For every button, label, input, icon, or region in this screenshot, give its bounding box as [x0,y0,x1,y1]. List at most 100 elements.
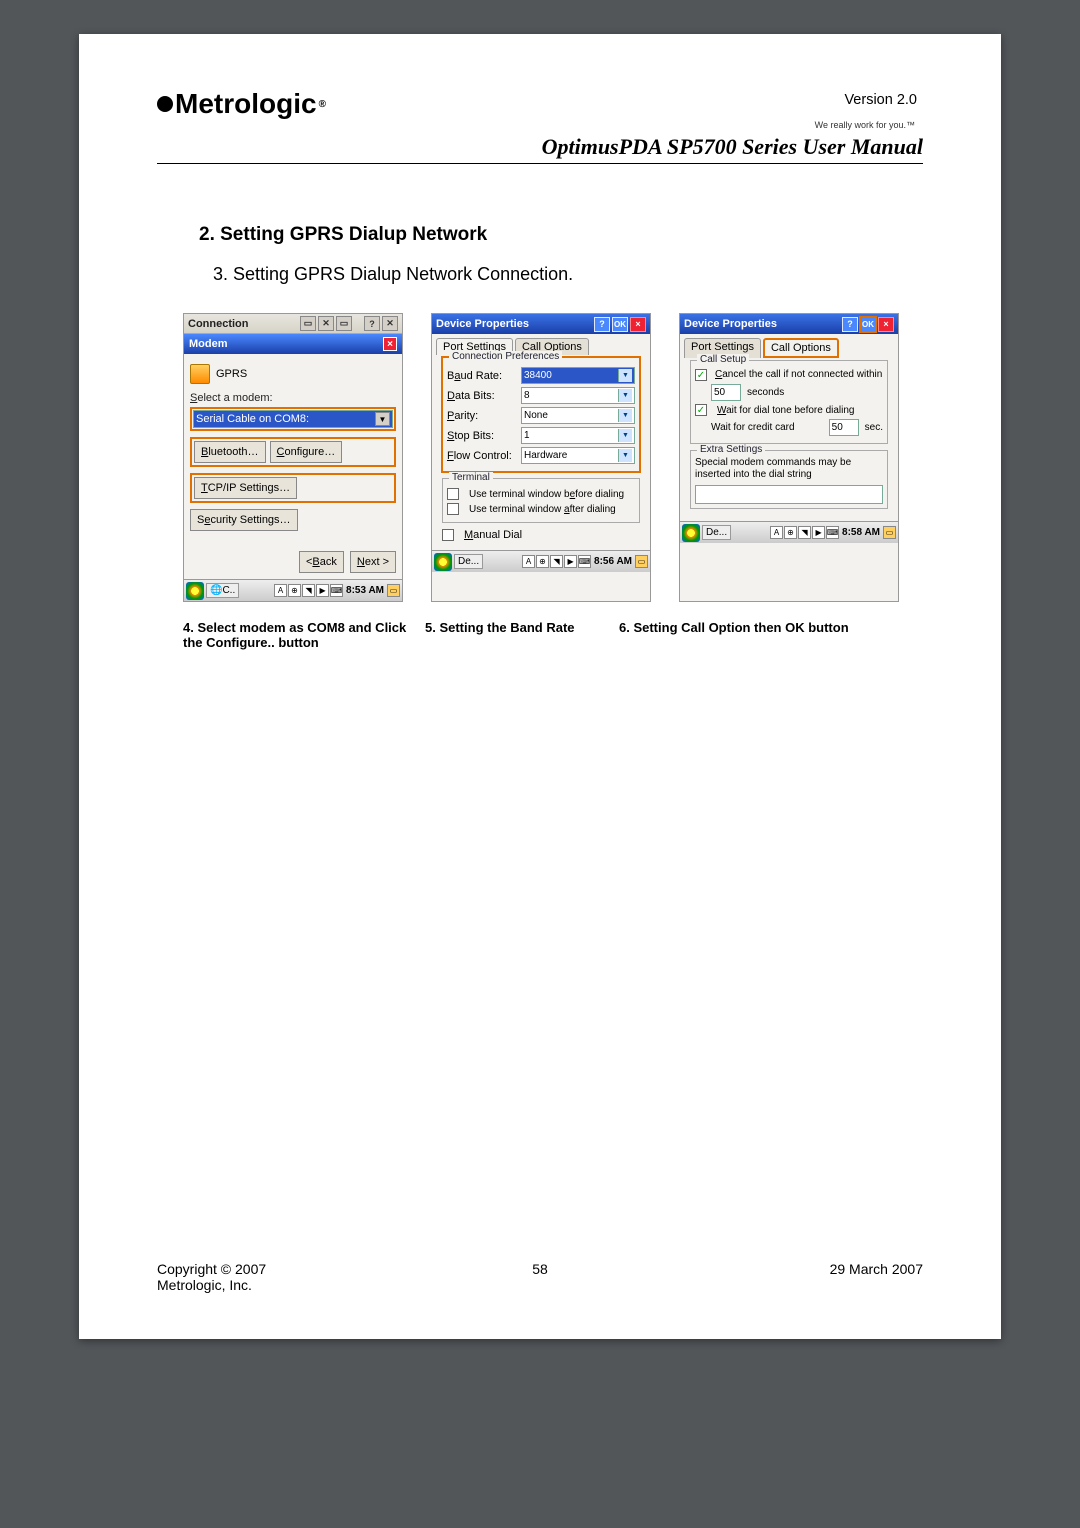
window-title: Device Properties [436,318,529,330]
document-page: Version 2.0 Metrologic® We really work f… [79,34,1001,1339]
close-window-icon[interactable]: ✕ [382,316,398,331]
section-subheading: 3. Setting GPRS Dialup Network Connectio… [213,264,923,285]
tray-icon[interactable]: A [274,584,287,597]
titlebar-device-props: Device Properties ? OK × [680,314,898,334]
chevron-down-icon[interactable]: ▼ [618,449,632,462]
flow-select[interactable]: Hardware▼ [521,447,635,464]
ok-button[interactable]: OK [612,317,628,332]
terminal-before-checkbox[interactable] [447,488,459,500]
screenshot-port-settings: Device Properties ? OK × Port Settings C… [431,313,651,602]
chevron-down-icon[interactable]: ▼ [618,389,632,402]
titlebar-device-props: Device Properties ? OK × [432,314,650,334]
security-settings-button[interactable]: Security Settings… [190,509,298,531]
help-icon[interactable]: ? [364,316,380,331]
tray-icon[interactable]: ◥ [550,555,563,568]
toolbar-icon[interactable]: ▭ [300,316,316,331]
caption-3: 6. Setting Call Option then OK button [619,620,919,650]
back-button[interactable]: < Back [299,551,344,573]
manual-dial-checkbox[interactable] [442,529,454,541]
tray-icon[interactable]: ⌨ [578,555,591,568]
tray-icon[interactable]: ⊕ [784,526,797,539]
extra-settings-text: Special modem commands may be inserted i… [695,457,883,481]
next-button[interactable]: Next > [350,551,396,573]
tray-icon[interactable]: ⊕ [536,555,549,568]
configure-button[interactable]: Configure… [270,441,343,463]
modem-subbar: Modem × [184,334,402,354]
logo-tagline: We really work for you.™ [157,120,923,130]
company-logo: Metrologic® We really work for you.™ [157,88,923,130]
tray-icon[interactable]: ▭ [635,555,648,568]
window-title: Device Properties [684,318,777,330]
close-icon[interactable]: × [383,337,397,351]
titlebar-connection: Connection ▭ ✕ ▭ ? ✕ [184,314,402,334]
start-icon[interactable] [434,553,452,571]
taskbar-task[interactable]: 🌐C.. [206,583,239,598]
tray-icon[interactable]: ▶ [564,555,577,568]
extra-settings-input[interactable] [695,485,883,504]
toolbar-icon[interactable]: ▭ [336,316,352,331]
terminal-before-label: Use terminal window before dialing [469,489,624,500]
databits-label: Data Bits: [447,390,515,402]
select-modem-label: Select a modem: [190,392,396,404]
baud-label: Baud Rate: [447,370,515,382]
start-icon[interactable] [682,524,700,542]
seconds-label: seconds [747,387,784,398]
page-number: 58 [357,1261,723,1293]
modem-icon [190,364,210,384]
caption-row: 4. Select modem as COM8 and Click the Co… [183,620,923,650]
cancel-seconds-input[interactable]: 50 [711,384,741,401]
cancel-call-label: Cancel the call if not connected within [715,369,882,381]
close-icon[interactable]: × [878,317,894,332]
tray-icon[interactable]: ◥ [302,584,315,597]
tray-icon[interactable]: ◥ [798,526,811,539]
footer-date: 29 March 2007 [723,1261,923,1293]
tray-icon[interactable]: ▭ [883,526,896,539]
screenshot-connection: Connection ▭ ✕ ▭ ? ✕ Modem × GPRS Select… [183,313,403,602]
help-icon[interactable]: ? [842,317,858,332]
extra-settings-fieldset: Extra Settings Special modem commands ma… [690,450,888,509]
start-icon[interactable] [186,582,204,600]
screenshot-call-options: Device Properties ? OK × Port Settings C… [679,313,899,602]
close-icon[interactable]: ✕ [318,316,334,331]
chevron-down-icon[interactable]: ▼ [618,429,632,442]
terminal-fieldset: Terminal Use terminal window before dial… [442,478,640,523]
logo-text: Metrologic [175,88,317,120]
ok-button[interactable]: OK [860,317,876,332]
chevron-down-icon[interactable]: ▼ [618,409,632,422]
copyright-line2: Metrologic, Inc. [157,1277,357,1293]
databits-select[interactable]: 8▼ [521,387,635,404]
screenshot-row: Connection ▭ ✕ ▭ ? ✕ Modem × GPRS Select… [183,313,923,602]
cancel-call-checkbox[interactable]: ✓ [695,369,707,381]
bluetooth-button[interactable]: Bluetooth… [194,441,266,463]
tray-icon[interactable]: ⌨ [826,526,839,539]
parity-select[interactable]: None▼ [521,407,635,424]
logo-dot-icon [157,96,173,112]
tray-icon[interactable]: A [770,526,783,539]
help-icon[interactable]: ? [594,317,610,332]
tray-icon[interactable]: ⌨ [330,584,343,597]
manual-title: OptimusPDA SP5700 Series User Manual [157,134,923,160]
taskbar-task[interactable]: De... [702,525,731,540]
modem-value: Serial Cable on COM8: [196,413,309,425]
terminal-after-checkbox[interactable] [447,503,459,515]
fieldset-legend: Call Setup [697,354,749,365]
manual-dial-label: Manual Dial [464,529,522,541]
close-icon[interactable]: × [630,317,646,332]
chevron-down-icon[interactable]: ▼ [375,412,390,426]
baud-select[interactable]: 38400▼ [521,367,635,384]
modem-select[interactable]: Serial Cable on COM8: ▼ [193,410,393,428]
tab-call-options[interactable]: Call Options [763,338,839,358]
version-text: Version 2.0 [844,92,917,108]
tray-icon[interactable]: ▭ [387,584,400,597]
tcpip-settings-button[interactable]: TCP/IP Settings… [194,477,297,499]
chevron-down-icon[interactable]: ▼ [618,369,632,382]
wait-dial-checkbox[interactable]: ✓ [695,404,707,416]
tray-icon[interactable]: ▶ [316,584,329,597]
tray-icon[interactable]: ▶ [812,526,825,539]
wait-credit-input[interactable]: 50 [829,419,859,436]
taskbar-task[interactable]: De... [454,554,483,569]
stopbits-select[interactable]: 1▼ [521,427,635,444]
tray-icon[interactable]: ⊕ [288,584,301,597]
tray-icon[interactable]: A [522,555,535,568]
parity-label: Parity: [447,410,515,422]
